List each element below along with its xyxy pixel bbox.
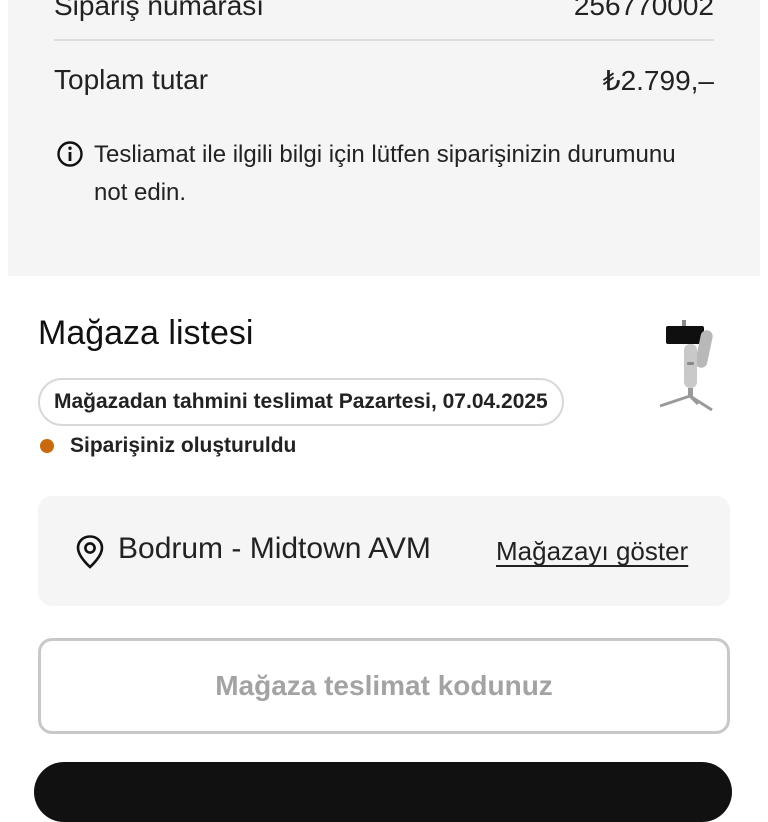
product-image (659, 320, 713, 412)
order-status: Siparişiniz oluşturuldu (38, 434, 296, 458)
status-text: Siparişiniz oluşturuldu (70, 434, 297, 457)
delivery-estimate-badge: Mağazadan tahmini teslimat Pazartesi, 07… (38, 378, 564, 426)
location-pin-icon (76, 535, 104, 569)
total-row: Toplam tutar ₺2.799,– (54, 58, 714, 102)
delivery-info-note: Tesliamat ile ilgili bilgi için lütfen s… (56, 136, 696, 212)
info-text: Tesliamat ile ilgili bilgi için lütfen s… (94, 141, 676, 206)
delivery-estimate-text: Mağazadan tahmini teslimat Pazartesi, 07… (54, 390, 548, 413)
order-number-label: Sipariş numarası (54, 0, 265, 21)
status-dot-icon (40, 439, 54, 453)
total-value: ₺2.799,– (602, 64, 714, 96)
store-name: Bodrum - Midtown AVM (118, 532, 431, 565)
total-label: Toplam tutar (54, 64, 209, 95)
store-card: Bodrum - Midtown AVM Mağazayı göster (38, 496, 730, 606)
store-list-title: Mağaza listesi (38, 314, 254, 352)
info-circle-icon (57, 141, 83, 167)
show-store-link[interactable]: Mağazayı göster (496, 536, 688, 567)
order-number-value: 256770002 (573, 0, 714, 21)
summary-divider (54, 39, 714, 41)
order-number-row: Sipariş numarası 256770002 (54, 0, 714, 26)
primary-action-button[interactable] (34, 762, 732, 822)
store-delivery-code-button[interactable]: Mağaza teslimat kodunuz (38, 638, 730, 734)
order-summary: Sipariş numarası 256770002 Toplam tutar … (8, 0, 760, 276)
store-delivery-code-label: Mağaza teslimat kodunuz (215, 670, 553, 701)
